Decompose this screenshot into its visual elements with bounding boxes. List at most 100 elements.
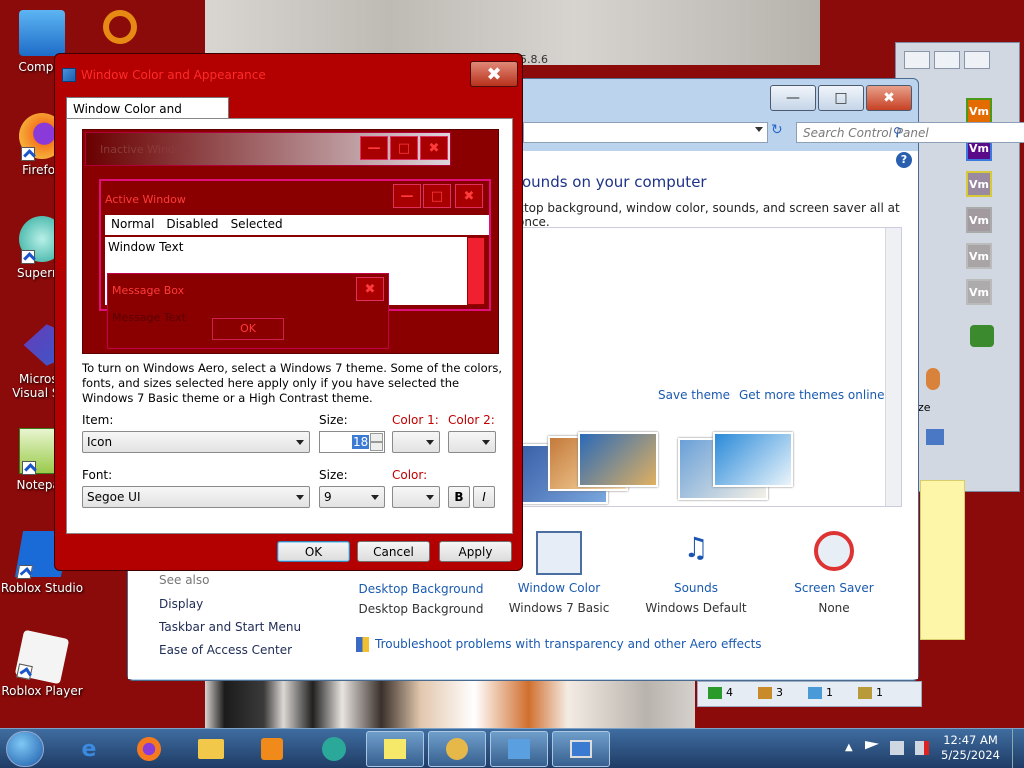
theme-thumbnail[interactable]	[713, 432, 793, 487]
font-select[interactable]: Segoe UI	[82, 486, 310, 508]
refresh-icon[interactable]: ↻	[771, 122, 791, 143]
media-player-icon	[261, 738, 283, 760]
aero-hint-text: To turn on Windows Aero, select a Window…	[82, 361, 503, 405]
preview-message-box[interactable]: Message Box ✖ Message Text OK	[107, 273, 389, 349]
screen-saver-item[interactable]: Screen Saver None	[764, 531, 904, 615]
active-window-caption: Active Window	[105, 193, 186, 206]
font-color-picker[interactable]	[392, 486, 440, 508]
item-label: Desktop Background	[358, 582, 484, 596]
status-count: 3	[776, 686, 783, 699]
desktop-icon-roblox-player[interactable]: Roblox Player	[0, 629, 84, 698]
maximize-button[interactable]: □	[818, 85, 864, 111]
status-count: 4	[726, 686, 733, 699]
network-icon[interactable]	[890, 741, 904, 755]
font-label: Font:	[82, 468, 113, 482]
color2-label: Color 2:	[448, 413, 495, 427]
address-bar[interactable]	[523, 122, 768, 143]
flag-icon[interactable]	[865, 741, 879, 750]
menu-normal[interactable]: Normal	[105, 215, 160, 235]
taskbar-app[interactable]	[428, 731, 486, 767]
color2-picker[interactable]	[448, 431, 496, 453]
color1-picker[interactable]	[392, 431, 440, 453]
display-icon	[570, 740, 592, 758]
search-input[interactable]: Search Control Panel	[796, 122, 1024, 143]
ok-button[interactable]: OK	[277, 541, 350, 562]
vm-icon[interactable]: Vm	[966, 207, 992, 233]
users-icon[interactable]	[970, 325, 994, 347]
clock[interactable]: 12:47 AM 5/25/2024	[941, 733, 1000, 763]
menu-selected[interactable]: Selected	[225, 215, 289, 235]
status-item[interactable]: 4	[708, 686, 733, 699]
taskbar-media[interactable]	[243, 731, 301, 767]
status-item[interactable]: 3	[758, 686, 783, 699]
spin-up-icon[interactable]	[370, 433, 383, 442]
close-button[interactable]: ✖	[866, 85, 912, 111]
spin-down-icon[interactable]	[370, 442, 383, 451]
item-label: Screen Saver	[794, 581, 874, 595]
help-icon[interactable]: ?	[896, 152, 912, 168]
close-icon: ✖	[356, 277, 384, 301]
vm-icon[interactable]: Vm	[966, 279, 992, 305]
status-item[interactable]: 1	[858, 686, 883, 699]
maximize-button[interactable]	[934, 51, 960, 69]
app-shortcut-icon[interactable]	[103, 10, 137, 44]
display-link[interactable]: Display	[159, 597, 203, 611]
taskbar-firefox[interactable]	[120, 731, 178, 767]
volume-muted-icon[interactable]	[915, 741, 929, 755]
taskbar-window-color[interactable]	[552, 731, 610, 767]
theme-thumbnail[interactable]	[578, 432, 658, 487]
vm-icon[interactable]: Vm	[966, 171, 992, 197]
preview-scrollbar[interactable]	[467, 237, 485, 305]
taskbar-link[interactable]: Taskbar and Start Menu	[159, 620, 301, 634]
ease-of-access-link[interactable]: Ease of Access Center	[159, 643, 292, 657]
vm-icon[interactable]: Vm	[966, 98, 992, 124]
tab-window-color[interactable]: Window Color and Appearance	[66, 97, 229, 130]
microphone-icon[interactable]	[926, 368, 940, 390]
desktop-background-item[interactable]: Desktop Background Desktop Background	[351, 582, 491, 616]
taskbar-ie[interactable]: e	[60, 731, 118, 767]
start-button[interactable]	[6, 731, 44, 767]
cancel-button[interactable]: Cancel	[357, 541, 430, 562]
save-icon[interactable]	[926, 429, 944, 445]
vm-icon[interactable]: Vm	[966, 243, 992, 269]
close-button[interactable]: ✖	[470, 61, 518, 87]
taskbar-explorer[interactable]	[182, 731, 240, 767]
window-controls: — □ ✖	[770, 85, 912, 111]
menu-disabled[interactable]: Disabled	[160, 215, 224, 235]
get-more-themes-link[interactable]: Get more themes online	[739, 388, 885, 402]
item-select[interactable]: Icon	[82, 431, 310, 453]
themes-list[interactable]: Save theme Get more themes online	[517, 227, 902, 507]
sticky-note[interactable]	[920, 480, 965, 640]
font-size-select[interactable]: 9	[319, 486, 385, 508]
show-hidden-icons[interactable]: ▲	[845, 742, 853, 753]
taskbar-supermium[interactable]	[305, 731, 363, 767]
scrollbar[interactable]	[885, 228, 901, 506]
taskbar-control-panel[interactable]	[490, 731, 548, 767]
size-spinner[interactable]: 18	[319, 431, 385, 453]
bold-button[interactable]: B	[448, 486, 470, 508]
minimize-button[interactable]	[904, 51, 930, 69]
preview-inactive-window[interactable]: Inactive Window — □ ✖	[85, 132, 451, 166]
save-theme-link[interactable]: Save theme	[658, 388, 730, 402]
music-note-icon: ♫	[683, 531, 709, 564]
dialog-title: Window Color and Appearance	[81, 68, 266, 82]
close-button[interactable]	[964, 51, 990, 69]
shortcut-arrow-icon	[16, 663, 33, 680]
minimize-button[interactable]: —	[770, 85, 816, 111]
apply-button[interactable]: Apply	[439, 541, 512, 562]
italic-button[interactable]: I	[473, 486, 495, 508]
troubleshoot-link[interactable]: Troubleshoot problems with transparency …	[375, 637, 762, 651]
shortcut-arrow-icon	[21, 147, 35, 161]
taskbar-sticky-notes[interactable]	[366, 731, 424, 767]
close-icon: ✖	[420, 136, 448, 160]
sounds-item[interactable]: ♫ Sounds Windows Default	[626, 531, 766, 615]
appearance-preview[interactable]: Inactive Window — □ ✖ Active Window — □ …	[82, 129, 499, 354]
chevron-down-icon[interactable]	[755, 127, 763, 132]
maximize-icon: □	[390, 136, 418, 160]
search-icon[interactable]: ⚲	[893, 125, 907, 139]
window-color-dialog[interactable]: Window Color and Appearance ✖ Window Col…	[54, 53, 523, 571]
status-item[interactable]: 1	[808, 686, 833, 699]
people-icon	[858, 686, 872, 699]
show-desktop-button[interactable]	[1012, 729, 1024, 768]
message-ok-button[interactable]: OK	[212, 318, 284, 340]
